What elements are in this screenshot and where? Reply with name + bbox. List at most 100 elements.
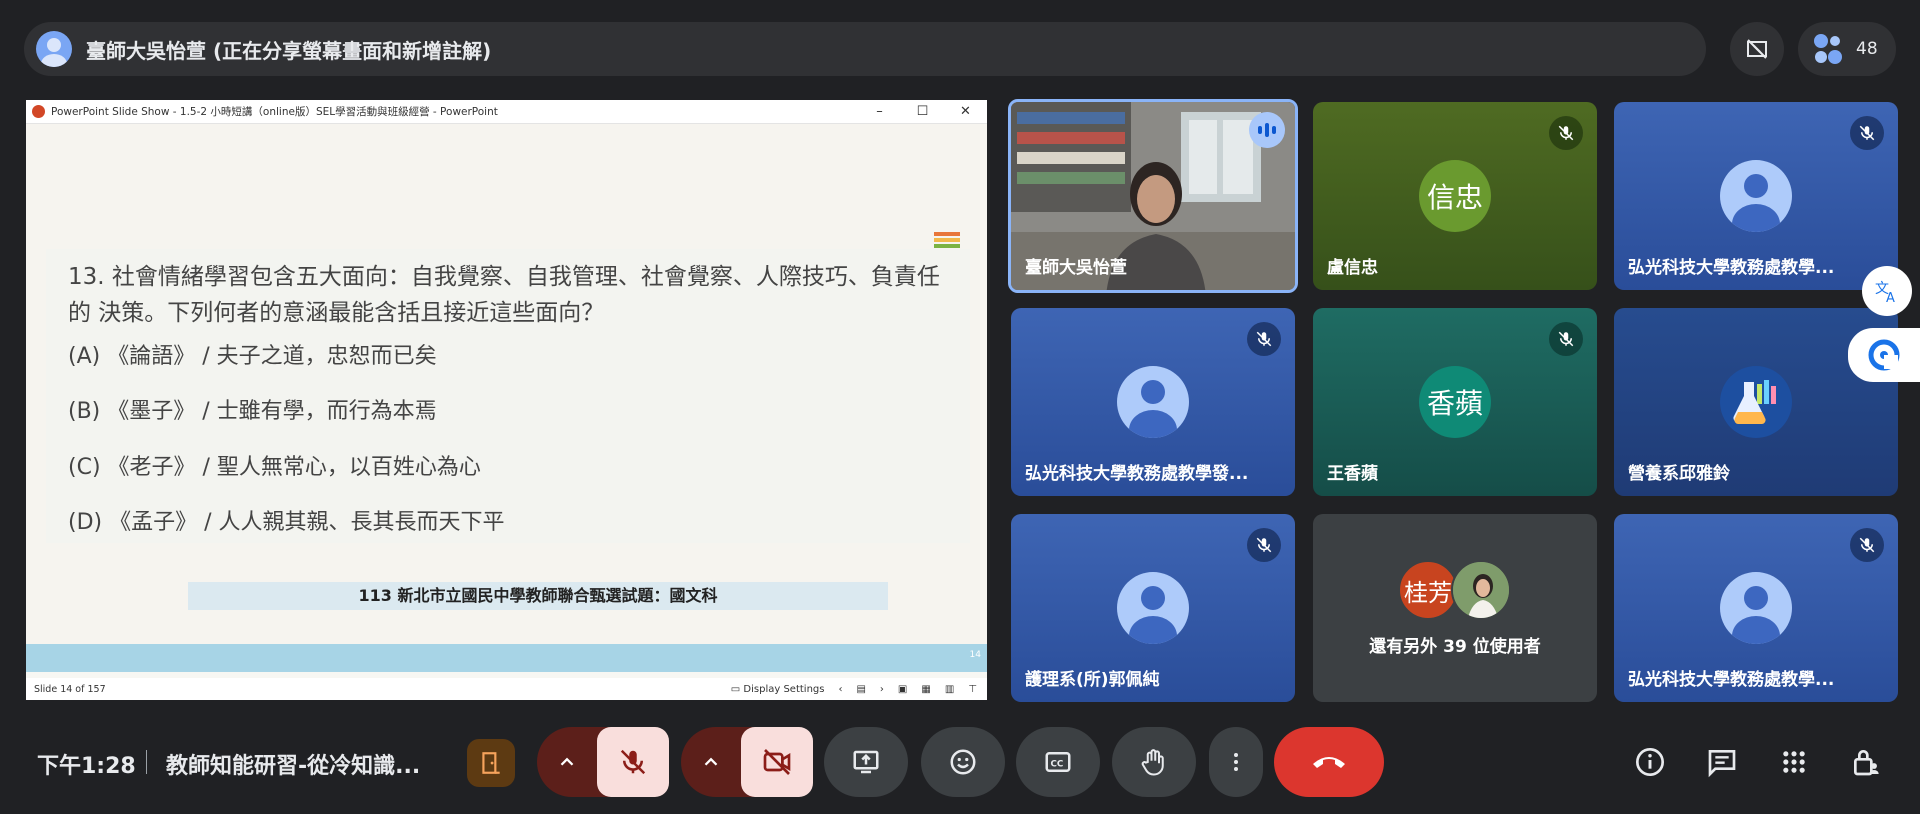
participant-name: 弘光科技大學教務處教學...	[1628, 258, 1835, 278]
activities-button[interactable]	[467, 739, 515, 787]
prev-slide-icon[interactable]: ‹	[838, 684, 842, 695]
slide-footer-band	[26, 644, 987, 672]
people-button[interactable]: 48	[1798, 22, 1896, 76]
others-count-text: 還有另外 39 位使用者	[1369, 637, 1541, 657]
meeting-title: 教師知能研習-從冷知識...	[166, 754, 421, 779]
presenter-text: 臺師大吳怡萱 (正在分享螢幕畫面和新增註解)	[86, 38, 492, 63]
chat-icon	[1708, 750, 1736, 778]
mic-off-icon	[620, 749, 646, 775]
next-slide-icon[interactable]: ›	[880, 684, 884, 695]
translate-button[interactable]: 文A	[1862, 266, 1912, 316]
avatar	[1720, 366, 1792, 438]
others-tile[interactable]: 桂芳 還有另外 39 位使用者	[1313, 514, 1597, 702]
slide: 13. 社會情緒學習包含五大面向：自我覺察、自我管理、社會覺察、人際技巧、負責任…	[26, 124, 987, 672]
camera-control[interactable]	[681, 727, 813, 797]
notes-icon[interactable]: ▤	[856, 684, 865, 695]
more-options-button[interactable]	[1209, 727, 1263, 797]
participant-tile[interactable]: 弘光科技大學教務處教學...	[1614, 514, 1898, 702]
minimize-icon[interactable]: –	[858, 104, 901, 119]
avatar: 信忠	[1419, 160, 1491, 232]
mic-off-icon	[1247, 322, 1281, 356]
present-icon	[853, 750, 879, 774]
avatar	[1117, 366, 1189, 438]
present-screen-button[interactable]	[824, 727, 908, 797]
door-icon	[482, 752, 500, 774]
participant-name: 臺師大吳怡萱	[1025, 258, 1127, 278]
assistant-extension-button[interactable]	[1848, 328, 1920, 382]
mic-off-icon	[1247, 528, 1281, 562]
participant-name: 弘光科技大學教務處教學...	[1628, 670, 1835, 690]
activities-grid-button[interactable]	[1774, 742, 1814, 782]
participant-tile[interactable]: 臺師大吳怡萱	[1008, 99, 1298, 293]
more-vert-icon	[1234, 753, 1238, 771]
sorter-view-icon[interactable]: ▦	[921, 684, 930, 695]
translate-icon: 文A	[1875, 281, 1895, 305]
participant-name: 盧信忠	[1327, 258, 1378, 278]
apps-grid-icon	[1783, 751, 1805, 773]
close-icon[interactable]: ✕	[944, 104, 987, 119]
participant-tile[interactable]: 香蘋 王香蘋	[1313, 308, 1597, 496]
slide-counter: Slide 14 of 157	[34, 683, 106, 695]
emoji-icon	[950, 749, 976, 775]
extension-icon	[1868, 339, 1900, 371]
camera-toggle-button[interactable]	[741, 727, 813, 797]
participant-tile[interactable]: 信忠 盧信忠	[1313, 102, 1597, 290]
call-end-icon	[1313, 757, 1345, 768]
participant-tile[interactable]: 護理系(所)郭佩純	[1011, 514, 1295, 702]
option-b: (B) 《墨子》 / 士雖有學，而行為本焉	[68, 399, 437, 424]
camera-options-chevron-icon[interactable]	[681, 727, 741, 797]
mic-off-icon	[1850, 116, 1884, 150]
leave-call-button[interactable]	[1274, 727, 1384, 797]
meeting-details-button[interactable]	[1630, 742, 1670, 782]
layout-button[interactable]	[1730, 22, 1784, 76]
avatar-photo	[1451, 560, 1511, 620]
layout-off-icon	[1747, 39, 1767, 59]
ppt-statusbar: Slide 14 of 157 ▭ Display Settings ‹ ▤ ›…	[26, 678, 987, 700]
captions-icon: CC	[1045, 752, 1071, 772]
mic-toggle-button[interactable]	[597, 727, 669, 797]
powerpoint-logo-icon	[32, 105, 45, 118]
slide-number: 14	[969, 650, 981, 660]
mic-options-chevron-icon[interactable]	[537, 727, 597, 797]
participant-name: 王香蘋	[1327, 464, 1378, 484]
display-settings-button[interactable]: ▭ Display Settings	[731, 684, 825, 695]
svg-text:A: A	[1886, 291, 1895, 305]
participant-tile[interactable]: 弘光科技大學教務處教學發...	[1011, 308, 1295, 496]
mic-control[interactable]	[537, 727, 669, 797]
slideshow-view-icon[interactable]: ⊤	[968, 684, 977, 695]
exam-source-banner: 113 新北市立國民中學教師聯合甄選試題：國文科	[188, 582, 888, 610]
participant-count: 48	[1856, 39, 1878, 59]
reactions-button[interactable]	[921, 727, 1005, 797]
avatar	[1117, 572, 1189, 644]
maximize-icon[interactable]: ☐	[901, 104, 944, 119]
mic-off-icon	[1549, 116, 1583, 150]
screen-share: PowerPoint Slide Show - 1.5-2 小時短講（onlin…	[26, 100, 987, 700]
divider	[146, 750, 147, 774]
ppt-titlebar: PowerPoint Slide Show - 1.5-2 小時短講（onlin…	[26, 100, 987, 124]
option-a: (A) 《論語》 / 夫子之道，忠恕而已矣	[68, 344, 437, 369]
avatar	[1720, 160, 1792, 232]
presenter-avatar	[36, 31, 72, 67]
avatar: 香蘋	[1419, 366, 1491, 438]
mic-off-icon	[1549, 322, 1583, 356]
option-d: (D) 《孟子》 / 人人親其親、長其長而天下平	[68, 510, 505, 535]
reading-view-icon[interactable]: ▥	[945, 684, 954, 695]
lock-person-icon	[1854, 750, 1879, 776]
raise-hand-button[interactable]	[1112, 727, 1196, 797]
camera-off-icon	[763, 749, 791, 775]
chat-button[interactable]	[1702, 742, 1742, 782]
participant-name: 弘光科技大學教務處教學發...	[1025, 464, 1249, 484]
people-icon	[1814, 34, 1842, 64]
slide-flag-icon	[934, 232, 960, 250]
presenter-banner[interactable]: 臺師大吳怡萱 (正在分享螢幕畫面和新增註解)	[24, 22, 1706, 76]
svg-text:CC: CC	[1051, 759, 1064, 769]
mic-off-icon	[1850, 528, 1884, 562]
participant-name: 營養系邱雅鈴	[1628, 464, 1730, 484]
option-c: (C) 《老子》 / 聖人無常心，以百姓心為心	[68, 455, 481, 480]
hand-icon	[1141, 749, 1164, 776]
participant-tile[interactable]: 弘光科技大學教務處教學...	[1614, 102, 1898, 290]
participant-name: 護理系(所)郭佩純	[1025, 670, 1160, 690]
host-controls-button[interactable]	[1846, 742, 1886, 782]
captions-button[interactable]: CC	[1016, 727, 1100, 797]
normal-view-icon[interactable]: ▣	[898, 684, 907, 695]
